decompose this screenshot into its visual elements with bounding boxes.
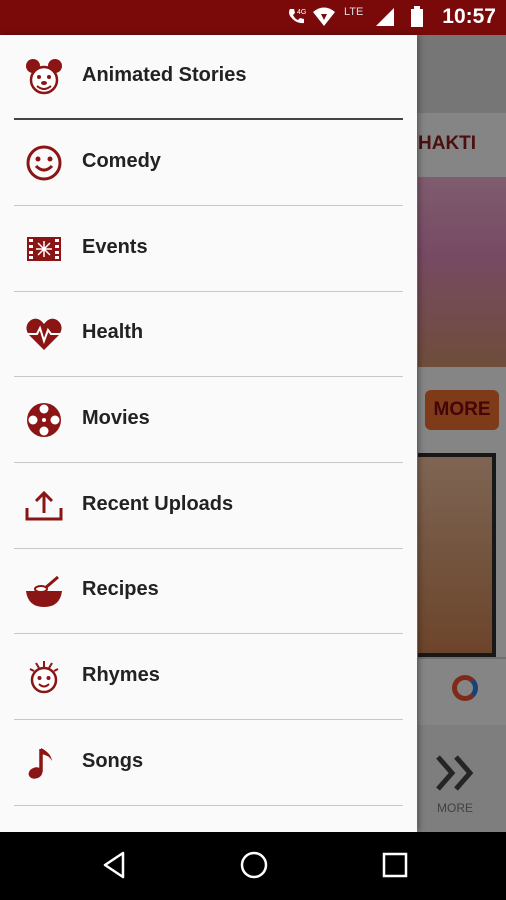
menu-item-rhymes[interactable]: Rhymes xyxy=(0,635,417,719)
music-note-icon xyxy=(28,748,52,779)
menu-divider xyxy=(14,205,403,206)
heart-pulse-icon xyxy=(26,318,62,350)
svg-text:4G: 4G xyxy=(297,9,306,16)
film-reel-icon xyxy=(27,403,61,437)
child-face-icon xyxy=(29,661,59,694)
signal-icon xyxy=(376,8,394,26)
navigation-drawer: Animated Stories Comedy Events Health Mo… xyxy=(0,35,417,832)
menu-item-recent-uploads[interactable]: Recent Uploads xyxy=(0,464,417,548)
menu-item-label: Events xyxy=(82,236,148,258)
menu-item-animated-stories[interactable]: Animated Stories xyxy=(0,35,417,119)
menu-item-label: Health xyxy=(82,321,144,343)
network-type-label: LTE xyxy=(344,6,364,18)
menu-divider xyxy=(14,376,403,377)
wifi-icon xyxy=(313,7,335,26)
home-icon[interactable] xyxy=(239,850,269,880)
menu-item-movies[interactable]: Movies xyxy=(0,378,417,462)
wifi-calling-icon: 4G xyxy=(289,9,306,24)
menu-item-events[interactable]: Events xyxy=(0,207,417,291)
battery-icon xyxy=(411,6,423,27)
menu-divider xyxy=(14,805,403,806)
system-navigation-bar xyxy=(0,832,506,900)
menu-item-songs[interactable]: Songs xyxy=(0,721,417,805)
menu-divider xyxy=(14,719,403,720)
menu-item-label: Recipes xyxy=(82,578,159,600)
upload-icon xyxy=(25,490,63,521)
recent-apps-icon[interactable] xyxy=(381,850,409,880)
menu-item-label: Recent Uploads xyxy=(82,493,234,515)
menu-item-recipes[interactable]: Recipes xyxy=(0,549,417,633)
mixing-bowl-icon xyxy=(26,575,62,607)
events-icon xyxy=(27,237,61,261)
menu-divider xyxy=(14,462,403,463)
menu-item-label: Animated Stories xyxy=(82,64,247,86)
menu-item-label: Comedy xyxy=(82,150,161,172)
menu-item-comedy[interactable]: Comedy xyxy=(0,121,417,205)
menu-item-label: Rhymes xyxy=(82,664,160,686)
menu-item-health[interactable]: Health xyxy=(0,292,417,376)
status-bar: 4G LTE 10:57 xyxy=(0,0,506,35)
mouse-face-icon xyxy=(26,59,62,95)
menu-divider xyxy=(14,118,403,120)
back-icon[interactable] xyxy=(100,850,128,880)
smiley-icon xyxy=(26,145,62,181)
status-time: 10:57 xyxy=(442,5,496,28)
menu-item-label: Songs xyxy=(82,750,144,772)
menu-item-label: Movies xyxy=(82,407,150,429)
menu-divider xyxy=(14,633,403,634)
